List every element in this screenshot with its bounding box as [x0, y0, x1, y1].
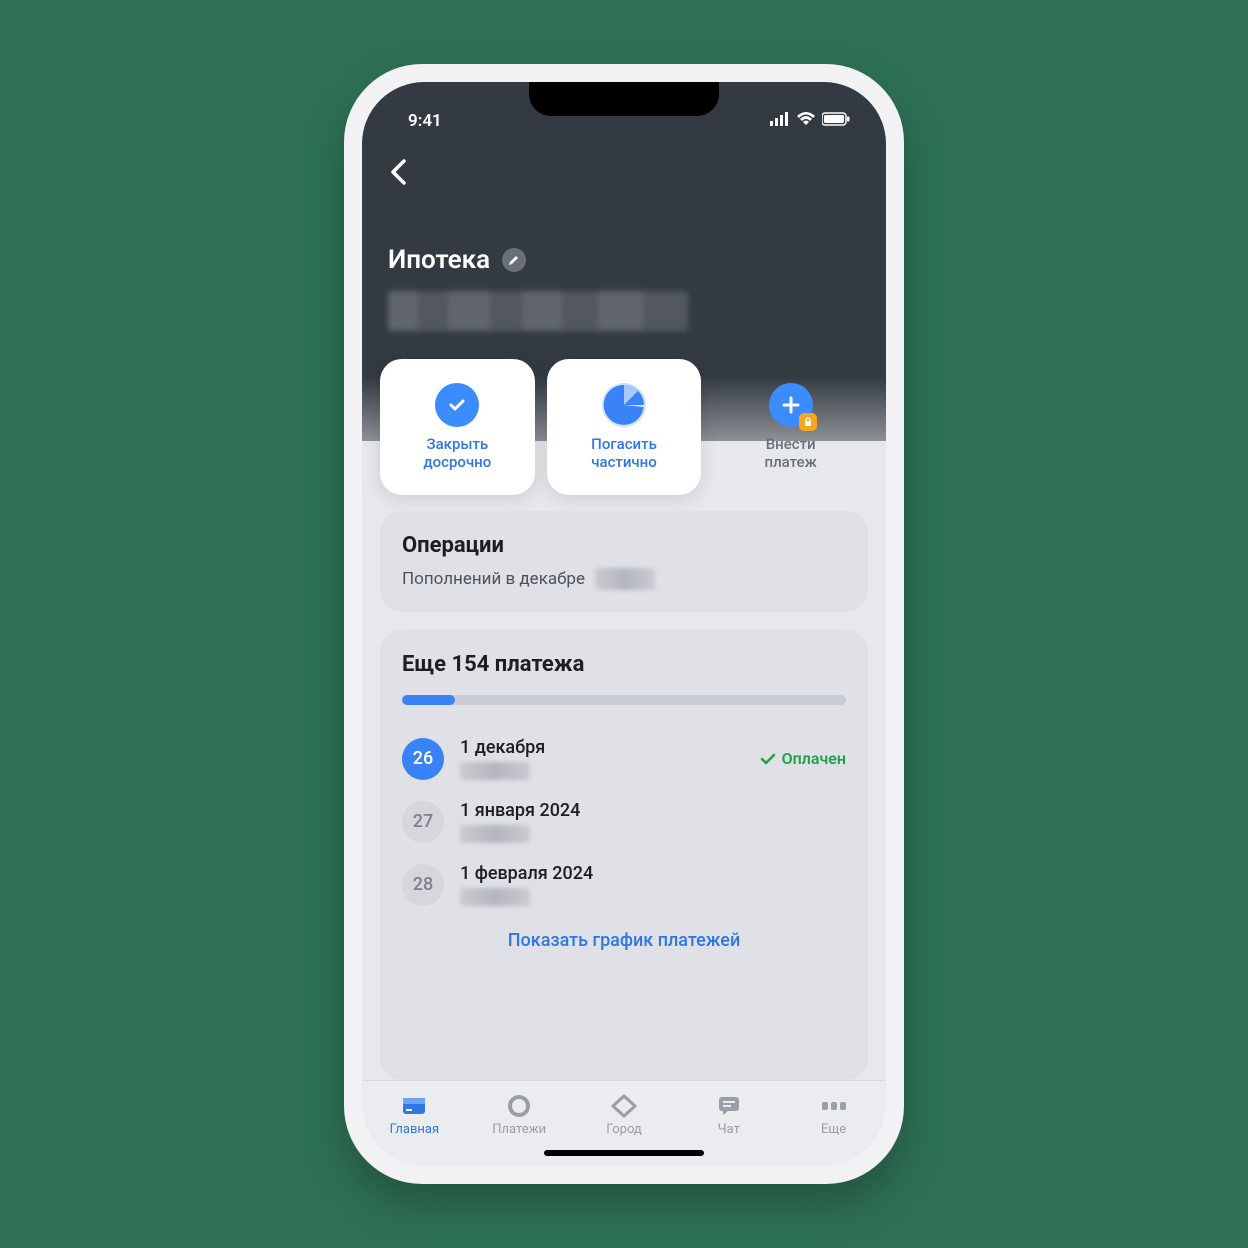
cellular-icon [770, 111, 790, 131]
city-icon [610, 1094, 638, 1118]
redacted-value [595, 568, 655, 590]
tab-label: Чат [718, 1122, 740, 1137]
tab-city[interactable]: Город [572, 1081, 677, 1150]
pie-chart-icon [602, 383, 646, 427]
payment-date: 1 декабря [460, 737, 744, 758]
header-area: 9:41 Ипотека [362, 82, 886, 441]
content: Операции Пополнений в декабре Еще 154 пл… [362, 441, 886, 1080]
wifi-icon [796, 111, 816, 131]
redacted-amount [460, 762, 530, 780]
tab-more[interactable]: Еще [781, 1081, 886, 1150]
day-badge: 28 [402, 864, 444, 906]
operations-subtitle: Пополнений в декабре [402, 569, 585, 589]
schedule-title: Еще 154 платежа [402, 652, 846, 677]
home-icon [400, 1094, 428, 1118]
redacted-amount [460, 825, 530, 843]
paid-status: Оплачен [760, 749, 846, 768]
tab-label: Платежи [492, 1122, 546, 1137]
plus-circle-icon [769, 383, 813, 427]
payment-row[interactable]: 28 1 февраля 2024 [402, 853, 846, 916]
more-icon [820, 1094, 848, 1118]
payment-date: 1 января 2024 [460, 800, 846, 821]
action-label: Внести платеж [765, 435, 817, 471]
action-partial-repay[interactable]: Погасить частично [547, 359, 702, 495]
phone-frame: 9:41 Ипотека [344, 64, 904, 1184]
payments-icon [505, 1094, 533, 1118]
operations-title: Операции [402, 533, 846, 558]
check-icon [760, 751, 776, 767]
tab-chat[interactable]: Чат [676, 1081, 781, 1150]
action-label: Погасить частично [591, 435, 657, 471]
schedule-card: Еще 154 платежа 26 1 декабря Оплачен [380, 630, 868, 1080]
tab-label: Главная [390, 1122, 439, 1137]
payment-row[interactable]: 26 1 декабря Оплачен [402, 727, 846, 790]
action-label: Закрыть досрочно [423, 435, 491, 471]
page-title-row: Ипотека [388, 245, 860, 275]
operations-card[interactable]: Операции Пополнений в декабре [380, 511, 868, 612]
action-close-early[interactable]: Закрыть досрочно [380, 359, 535, 495]
status-icons [770, 111, 850, 131]
tab-payments[interactable]: Платежи [467, 1081, 572, 1150]
edit-title-button[interactable] [502, 248, 526, 272]
home-indicator[interactable] [544, 1150, 704, 1156]
notch [529, 82, 719, 116]
schedule-progress [402, 695, 846, 705]
back-button[interactable] [388, 158, 860, 193]
day-badge: 26 [402, 738, 444, 780]
tab-home[interactable]: Главная [362, 1081, 467, 1150]
redacted-amount [388, 291, 688, 331]
payment-date: 1 февраля 2024 [460, 863, 846, 884]
show-schedule-link[interactable]: Показать график платежей [402, 916, 846, 951]
action-make-payment[interactable]: Внести платеж [713, 359, 868, 495]
paid-label-text: Оплачен [782, 749, 846, 768]
lock-icon [799, 413, 817, 431]
status-time: 9:41 [408, 111, 442, 131]
schedule-progress-fill [402, 695, 455, 705]
tab-label: Город [606, 1122, 642, 1137]
quick-actions: Закрыть досрочно Погасить частично [380, 359, 868, 495]
day-badge: 27 [402, 801, 444, 843]
battery-icon [822, 111, 850, 131]
tab-label: Еще [821, 1122, 846, 1137]
operations-subtitle-row: Пополнений в декабре [402, 568, 846, 590]
payment-row[interactable]: 27 1 января 2024 [402, 790, 846, 853]
chat-icon [715, 1094, 743, 1118]
phone-screen: 9:41 Ипотека [362, 82, 886, 1166]
check-circle-icon [435, 383, 479, 427]
redacted-amount [460, 888, 530, 906]
page-title: Ипотека [388, 245, 490, 275]
